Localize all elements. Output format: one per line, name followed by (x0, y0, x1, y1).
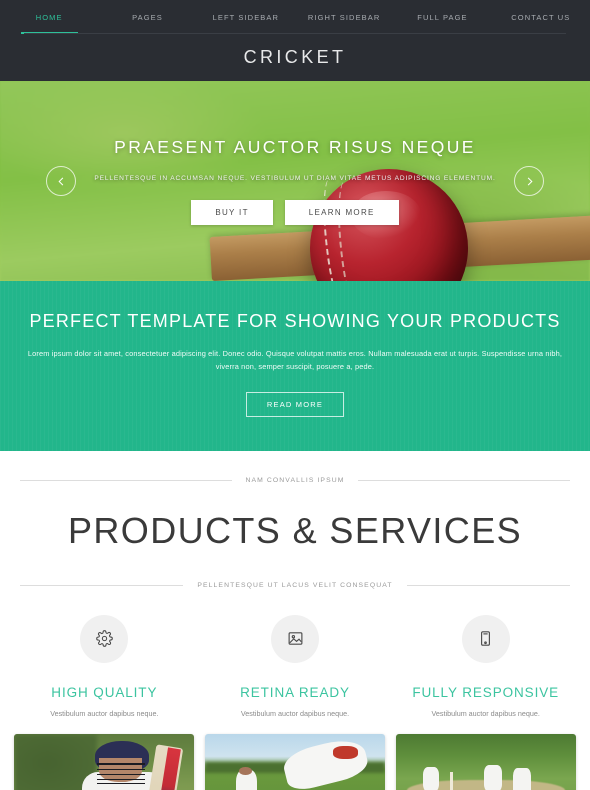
chevron-left-icon (57, 176, 63, 186)
feature-description: Vestibulum auctor dapibus neque. (50, 708, 159, 718)
eyebrow-bottom-wrap: PELLENTESQUE UT LACUS VELIT CONSEQUAT (20, 582, 570, 589)
section-title: PRODUCTS & SERVICES (67, 509, 523, 551)
section-eyebrow-bottom: PELLENTESQUE UT LACUS VELIT CONSEQUAT (197, 581, 393, 589)
photo-player-1 (423, 766, 440, 790)
chevron-right-icon (527, 176, 533, 186)
image-icon (288, 632, 302, 646)
nav-label: LEFT SIDEBAR (212, 12, 280, 22)
feature-high-quality: HIGH QUALITY Vestibulum auctor dapibus n… (14, 614, 195, 718)
feature-title: FULLY RESPONSIVE (412, 684, 560, 700)
section-eyebrow-top: NAM CONVALLIS IPSUM (245, 476, 345, 484)
feature-fully-responsive: FULLY RESPONSIVE Vestibulum auctor dapib… (395, 614, 576, 718)
site-header: CRICKET (0, 34, 590, 81)
photo-diving-fielder (280, 734, 371, 790)
nav-label: HOME (35, 12, 63, 22)
promo-band: PERFECT TEMPLATE FOR SHOWING YOUR PRODUC… (0, 281, 590, 451)
divider-line-left (20, 479, 232, 481)
product-card[interactable]: Lorem ipsum dolor sit amet, consectetuer… (205, 733, 385, 790)
products-services-section: NAM CONVALLIS IPSUM PRODUCTS & SERVICES … (0, 451, 590, 589)
nav-label: FULL PAGE (417, 12, 468, 22)
cricket-match-field-image[interactable] (396, 733, 576, 790)
slider-next-button[interactable] (514, 166, 544, 196)
mobile-icon (481, 631, 491, 647)
nav-item-pages[interactable]: PAGES (98, 0, 196, 34)
product-cards-row: Lorem ipsum dolor sit amet, consectetuer… (0, 718, 590, 790)
nav-item-left-sidebar[interactable]: LEFT SIDEBAR (197, 0, 295, 34)
product-card[interactable]: Lorem ipsum dolor sit amet, consectetuer… (14, 733, 194, 790)
nav-item-home[interactable]: HOME (0, 0, 98, 34)
gear-icon (96, 630, 113, 648)
cricket-batsman-portrait-image[interactable] (14, 733, 194, 790)
main-menu: HOME PAGES LEFT SIDEBAR RIGHT SIDEBAR FU… (0, 0, 590, 34)
feature-description: Vestibulum auctor dapibus neque. (431, 708, 540, 718)
hero-title: PRAESENT AUCTOR RISUS NEQUE (114, 137, 476, 157)
feature-title: RETINA READY (240, 684, 350, 700)
feature-icon-circle (461, 614, 510, 663)
feature-description: Vestibulum auctor dapibus neque. (240, 708, 350, 718)
hero-subtitle: PELLENTESQUE IN ACCUMSAN NEQUE. VESTIBUL… (94, 175, 496, 182)
nav-item-contact-us[interactable]: CONTACT US (492, 0, 590, 34)
promo-title: PERFECT TEMPLATE FOR SHOWING YOUR PRODUC… (29, 311, 561, 331)
feature-title: HIGH QUALITY (51, 684, 158, 700)
photo-stumps (450, 771, 453, 790)
features-row: HIGH QUALITY Vestibulum auctor dapibus n… (0, 589, 590, 718)
eyebrow-top-wrap: NAM CONVALLIS IPSUM (20, 477, 570, 484)
feature-icon-circle (80, 614, 129, 663)
feature-icon-circle (271, 614, 319, 663)
promo-text: Lorem ipsum dolor sit amet, consectetuer… (27, 349, 563, 371)
feature-retina-ready: RETINA READY Vestibulum auctor dapibus n… (205, 614, 386, 718)
slider-prev-button[interactable] (46, 166, 76, 196)
cricket-fielder-diving-image[interactable] (205, 733, 385, 790)
hero-slider: PRAESENT AUCTOR RISUS NEQUE PELLENTESQUE… (0, 81, 590, 281)
photo-player-2 (484, 764, 503, 790)
buy-it-button[interactable]: BUY IT (191, 200, 273, 225)
divider-line-right (358, 479, 570, 481)
photo-glove (332, 745, 358, 759)
learn-more-button[interactable]: LEARN MORE (284, 200, 399, 225)
hero-button-group: BUY IT LEARN MORE (191, 200, 399, 225)
product-card[interactable]: Lorem ipsum dolor sit amet, consectetuer… (396, 733, 576, 790)
photo-player-3 (513, 768, 531, 790)
nav-label: PAGES (132, 12, 163, 22)
top-navigation-bar: HOME PAGES LEFT SIDEBAR RIGHT SIDEBAR FU… (0, 0, 590, 34)
read-more-button[interactable]: READ MORE (245, 391, 345, 417)
nav-item-right-sidebar[interactable]: RIGHT SIDEBAR (295, 0, 393, 34)
photo-standing-player-head (239, 767, 252, 776)
nav-divider (24, 33, 566, 34)
photo-helmet-grille (96, 763, 146, 784)
divider-line-right (406, 584, 570, 586)
hero-content: PRAESENT AUCTOR RISUS NEQUE PELLENTESQUE… (0, 81, 590, 281)
nav-item-full-page[interactable]: FULL PAGE (393, 0, 491, 34)
nav-label: CONTACT US (511, 12, 571, 22)
nav-label: RIGHT SIDEBAR (307, 12, 381, 22)
site-logo[interactable]: CRICKET (244, 47, 347, 68)
divider-line-left (20, 584, 184, 586)
